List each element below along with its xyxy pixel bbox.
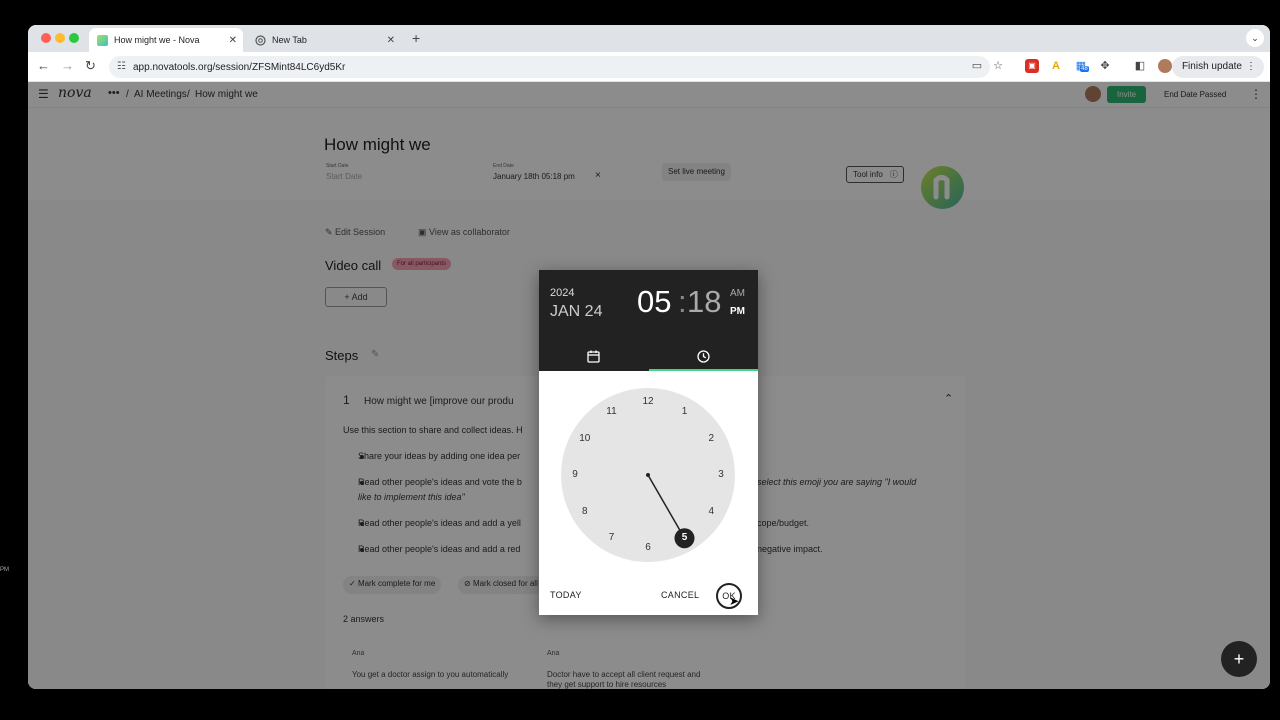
address-bar[interactable]: ☷ app.novatools.org/session/ZFSMint84LC6… — [109, 56, 990, 78]
page-content: ☰ nova ••• / AI Meetings / How might we … — [28, 82, 1270, 689]
minimize-window-button[interactable] — [55, 33, 65, 43]
mouse-cursor-icon: ➤ — [729, 594, 740, 608]
clock-number-10[interactable]: 10 — [575, 432, 595, 446]
picker-minute[interactable]: 18 — [687, 284, 721, 320]
extensions-puzzle-icon[interactable]: ✥ — [1098, 59, 1112, 73]
clock-number-2[interactable]: 2 — [701, 432, 721, 446]
clock-number-9[interactable]: 9 — [565, 468, 585, 482]
extension-a-icon[interactable]: A — [1049, 59, 1063, 73]
finish-update-label: Finish update — [1181, 61, 1242, 72]
picker-am[interactable]: AM — [730, 288, 745, 299]
tab-calendar[interactable] — [539, 343, 648, 371]
tab-strip: How might we - Nova ✕ New Tab ✕ + ⌄ — [28, 25, 1270, 52]
picker-header: 2024 JAN 24 05 : 18 AM PM — [539, 270, 758, 343]
cancel-button[interactable]: CANCEL — [661, 590, 699, 600]
close-window-button[interactable] — [41, 33, 51, 43]
clock-number-1[interactable]: 1 — [675, 405, 695, 419]
close-tab-icon[interactable]: ✕ — [387, 35, 395, 46]
picker-year[interactable]: 2024 — [550, 287, 574, 299]
clock-face[interactable]: 12 1 2 3 4 5 6 7 8 9 10 11 — [561, 388, 735, 562]
calendar-icon — [587, 350, 600, 363]
extension-badge-count: 48 — [1080, 66, 1089, 72]
screen: How might we - Nova ✕ New Tab ✕ + ⌄ ← → … — [0, 0, 1280, 720]
back-icon[interactable]: ← — [37, 58, 50, 73]
picker-pm[interactable]: PM — [730, 306, 745, 317]
chrome-menu-icon: ⋮ — [1246, 61, 1256, 72]
clock-number-4[interactable]: 4 — [701, 505, 721, 519]
maximize-window-button[interactable] — [69, 33, 79, 43]
site-info-icon[interactable]: ☷ — [117, 61, 126, 72]
picker-hour[interactable]: 05 — [637, 284, 671, 320]
picker-date[interactable]: JAN 24 — [550, 303, 602, 321]
fab-label: + — [1233, 649, 1245, 669]
picker-tabs — [539, 343, 758, 371]
chrome-favicon-icon — [255, 34, 266, 46]
new-tab-button[interactable]: + — [412, 30, 420, 46]
clock-number-6[interactable]: 6 — [638, 541, 658, 555]
clock-number-11[interactable]: 11 — [602, 405, 622, 419]
tab-search-button[interactable]: ⌄ — [1246, 29, 1264, 47]
reload-icon[interactable]: ↻ — [85, 58, 96, 74]
browser-window: How might we - Nova ✕ New Tab ✕ + ⌄ ← → … — [28, 25, 1270, 689]
forward-icon[interactable]: → — [61, 58, 74, 73]
tab-clock[interactable] — [649, 343, 758, 371]
clipboard-icon[interactable]: ▭ — [970, 59, 984, 73]
time-picker-dialog: 2024 JAN 24 05 : 18 AM PM 12 1 2 3 4 5 6… — [539, 270, 758, 615]
tab-how-might-we[interactable]: How might we - Nova ✕ — [89, 28, 243, 52]
profile-avatar[interactable] — [1158, 59, 1172, 73]
close-tab-icon[interactable]: ✕ — [229, 35, 237, 46]
fab-add-button[interactable]: + — [1221, 641, 1257, 677]
clock-number-7[interactable]: 7 — [602, 531, 622, 545]
clock-number-3[interactable]: 3 — [711, 468, 731, 482]
picker-separator: : — [678, 284, 687, 319]
nova-favicon-icon — [97, 34, 108, 46]
clock-center-dot — [646, 473, 650, 477]
extension-red-icon[interactable]: ▣ — [1025, 59, 1039, 73]
side-panel-icon[interactable]: ◧ — [1133, 59, 1147, 73]
clock-hand-layer — [646, 473, 695, 549]
tab-new-tab[interactable]: New Tab ✕ — [247, 28, 401, 52]
clock-icon — [697, 350, 710, 363]
url-text: app.novatools.org/session/ZFSMint84LC6yd… — [133, 61, 346, 73]
clock-number-5[interactable]: 5 — [675, 531, 695, 545]
clock-number-8[interactable]: 8 — [575, 505, 595, 519]
clock-hand — [647, 474, 686, 539]
bookmark-star-icon[interactable]: ☆ — [991, 59, 1005, 73]
side-label: PM — [0, 567, 9, 573]
tab-title: How might we - Nova — [114, 35, 200, 45]
finish-update-button[interactable]: Finish update ⋮ — [1171, 56, 1264, 78]
tab-title: New Tab — [272, 35, 307, 45]
browser-toolbar: ← → ↻ ☷ app.novatools.org/session/ZFSMin… — [28, 52, 1270, 82]
today-button[interactable]: TODAY — [550, 590, 582, 600]
clock-number-12[interactable]: 12 — [638, 395, 658, 409]
